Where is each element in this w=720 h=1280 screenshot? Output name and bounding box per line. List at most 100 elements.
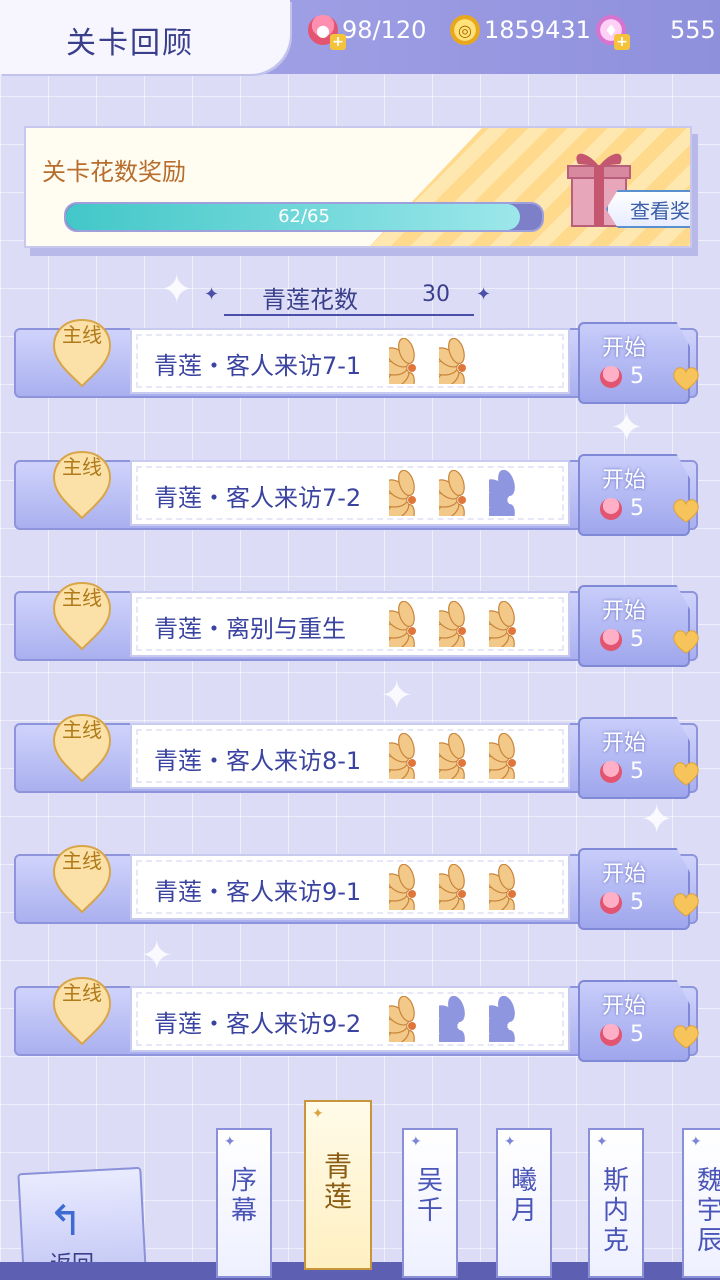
lotus-flower-icon <box>430 337 485 399</box>
main-story-label: 主线 <box>62 718 102 742</box>
reward-progress-bar: 62/65 <box>64 202 544 232</box>
heart-icon <box>673 630 699 654</box>
sparkle-icon: ✦ <box>596 1134 608 1150</box>
add-diamond-button[interactable]: + <box>614 34 630 50</box>
cupcake-icon <box>600 760 622 783</box>
stage-name: 青莲・客人来访9-1 <box>154 878 362 906</box>
cost-value: 5 <box>630 496 644 521</box>
lotus-flower-icon <box>480 600 535 662</box>
chapter-tab[interactable]: ✦ 魏 宇 辰 <box>682 1128 720 1278</box>
stage-row[interactable]: 主线 青莲・客人来访8-1 开始 5 <box>14 713 720 799</box>
stage-name: 青莲・客人来访9-2 <box>154 1010 362 1038</box>
cost-value: 5 <box>630 1022 644 1047</box>
sparkle-icon: ✦ <box>690 1134 702 1150</box>
stamina-counter[interactable]: ● 98/120 <box>308 14 426 46</box>
lotus-flower-icon <box>430 600 485 662</box>
lotus-flower-icon <box>380 600 435 662</box>
page-title: 关卡回顾 <box>66 26 194 61</box>
lotus-flower-icon <box>380 337 435 399</box>
chapter-label: 魏 宇 辰 <box>696 1166 720 1256</box>
lotus-flower-icon <box>430 469 485 531</box>
heart-icon <box>673 367 699 391</box>
cost-value: 5 <box>630 364 644 389</box>
chapter-label: 斯 内 克 <box>602 1166 629 1256</box>
empty-flower-icon <box>480 469 535 531</box>
chapter-label: 吴 千 <box>416 1166 443 1226</box>
lotus-flower-icon <box>380 863 435 925</box>
lotus-flower-icon <box>430 732 485 794</box>
coin-icon: ◎ <box>450 15 480 45</box>
stage-row[interactable]: 主线 青莲・客人来访7-1 开始 5 <box>14 318 720 404</box>
main-story-label: 主线 <box>62 849 102 873</box>
chapter-label: 青 莲 <box>323 1150 352 1213</box>
sparkle-icon: ✦ <box>312 1106 324 1122</box>
stage-row[interactable]: 主线 青莲・离别与重生 开始 5 <box>14 581 720 667</box>
main-story-label: 主线 <box>62 586 102 610</box>
flower-rating <box>380 469 535 531</box>
start-label: 开始 <box>601 599 646 624</box>
cupcake-icon <box>600 891 622 914</box>
stage-name: 青莲・客人来访7-2 <box>154 484 362 512</box>
stage-name: 青莲・客人来访8-1 <box>154 747 362 775</box>
flower-rating <box>380 600 535 662</box>
sparkle-icon: ✦ <box>410 1134 422 1150</box>
stamina-cost: 5 <box>600 890 644 915</box>
empty-flower-icon <box>430 995 485 1057</box>
stamina-cost: 5 <box>600 364 644 389</box>
stage-row[interactable]: 主线 青莲・客人来访7-2 开始 5 <box>14 450 720 536</box>
coin-value: 1859431 <box>484 16 591 44</box>
flower-rating <box>380 995 535 1057</box>
stage-row[interactable]: 主线 青莲・客人来访9-1 开始 5 <box>14 844 720 930</box>
start-label: 开始 <box>601 862 646 887</box>
view-reward-button[interactable]: 查看奖励 <box>606 190 690 228</box>
divider <box>224 314 474 316</box>
stamina-value: 98/120 <box>342 16 427 44</box>
chapter-tab[interactable]: ✦ 斯 内 克 <box>588 1128 644 1278</box>
cupcake-icon <box>600 628 622 651</box>
stamina-cost: 5 <box>600 1022 644 1047</box>
start-label: 开始 <box>601 994 646 1019</box>
stage-name: 青莲・客人来访7-1 <box>154 352 362 380</box>
chapter-tab[interactable]: ✦ 吴 千 <box>402 1128 458 1278</box>
top-bar: 关卡回顾 ● 98/120 + ◎ 1859431 ♦ 555 + <box>0 0 720 74</box>
flower-counter-value: 30 <box>422 282 450 307</box>
stage-row[interactable]: 主线 青莲・客人来访9-2 开始 5 <box>14 976 720 1062</box>
empty-flower-icon <box>480 995 535 1057</box>
lotus-flower-icon <box>480 863 535 925</box>
background-sparkle: ✦ <box>140 933 174 979</box>
cost-value: 5 <box>630 759 644 784</box>
star-icon: ✦ <box>204 284 220 305</box>
main-story-label: 主线 <box>62 981 102 1005</box>
background-sparkle: ✦ <box>610 405 644 451</box>
flower-rating <box>380 337 485 399</box>
lotus-flower-icon <box>480 732 535 794</box>
cupcake-icon <box>600 1023 622 1046</box>
lotus-flower-icon <box>430 863 485 925</box>
stamina-cost: 5 <box>600 759 644 784</box>
lotus-flower-icon <box>380 469 435 531</box>
chapter-tab[interactable]: ✦ 曦 月 <box>496 1128 552 1278</box>
flower-reward-panel: 关卡花数奖励 62/65 查看奖励 <box>24 126 692 248</box>
heart-icon <box>673 762 699 786</box>
sparkle-icon: ✦ <box>224 1134 236 1150</box>
flower-rating <box>380 863 535 925</box>
background-sparkle: ✦ <box>160 267 194 313</box>
heart-icon <box>673 499 699 523</box>
cupcake-icon <box>600 497 622 520</box>
title-tab: 关卡回顾 <box>0 0 290 74</box>
chapter-tab[interactable]: ✦ 青 莲 <box>304 1100 372 1270</box>
main-story-label: 主线 <box>62 323 102 347</box>
stamina-cost: 5 <box>600 627 644 652</box>
return-arrow-icon: ↰ <box>48 1196 84 1245</box>
coin-counter: ◎ 1859431 <box>450 14 591 46</box>
sparkle-icon: ✦ <box>504 1134 516 1150</box>
add-stamina-button[interactable]: + <box>330 34 346 50</box>
reward-progress-text: 62/65 <box>278 206 330 227</box>
cost-value: 5 <box>630 890 644 915</box>
chapter-tab[interactable]: ✦ 序 幕 <box>216 1128 272 1278</box>
lotus-flower-icon <box>380 995 435 1057</box>
flower-counter: ✦ 青莲花数 30 ✦ <box>200 278 500 318</box>
start-label: 开始 <box>601 468 646 493</box>
star-icon: ✦ <box>476 284 492 305</box>
stamina-cost: 5 <box>600 496 644 521</box>
